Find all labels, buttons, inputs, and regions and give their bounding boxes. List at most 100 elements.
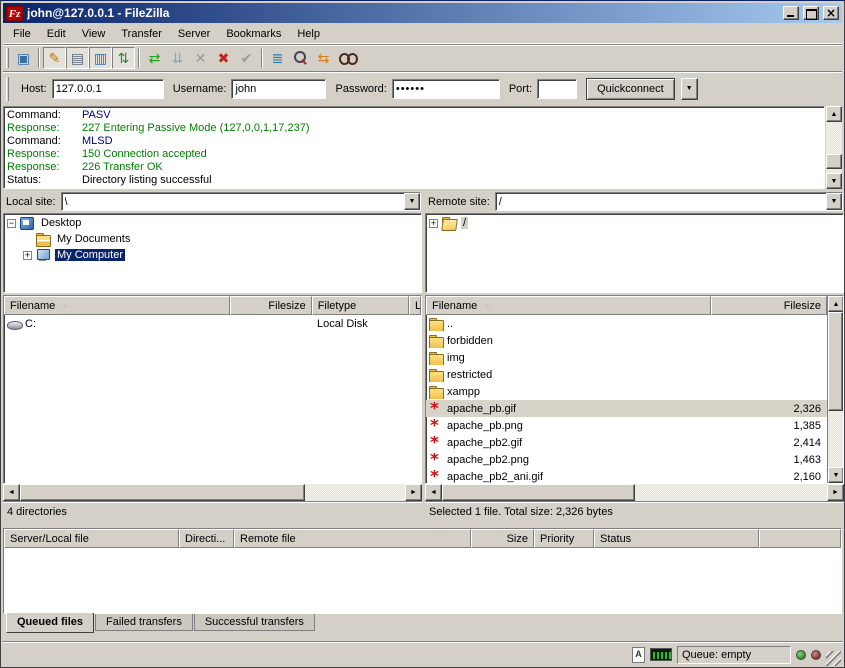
column-header-size[interactable]: Size (471, 529, 534, 548)
menu-help[interactable]: Help (289, 25, 328, 43)
title-bar[interactable]: Fz john@127.0.0.1 - FileZilla (3, 3, 842, 23)
disk-icon (7, 317, 22, 331)
scrollbar-thumb[interactable] (828, 312, 843, 411)
process-queue-button[interactable]: ⇊ (166, 47, 189, 69)
menu-transfer[interactable]: Transfer (113, 25, 170, 43)
scrollbar-thumb[interactable] (20, 484, 305, 501)
combo-dropdown-button[interactable] (826, 193, 842, 210)
folder-icon (429, 368, 444, 382)
local-file-list: Filename▵ Filesize Filetype L C: Local D… (3, 295, 422, 484)
column-header-last-modified[interactable]: L (409, 296, 421, 315)
host-label: Host: (21, 83, 47, 95)
local-site-path-input[interactable] (62, 193, 404, 210)
column-header-filesize[interactable]: Filesize (711, 296, 827, 315)
tree-expander[interactable]: + (23, 251, 32, 260)
host-input[interactable] (52, 79, 164, 99)
close-button[interactable] (823, 6, 839, 20)
tree-item[interactable]: + / (426, 215, 843, 231)
tree-expander[interactable]: + (429, 219, 438, 228)
local-horizontal-scrollbar[interactable] (3, 484, 422, 501)
scroll-right-button[interactable] (827, 484, 844, 501)
find-files-button[interactable] (335, 47, 358, 69)
tab-queued-files[interactable]: Queued files (6, 613, 94, 633)
image-icon (429, 402, 444, 416)
remote-vertical-scrollbar[interactable] (827, 296, 843, 483)
username-input[interactable] (231, 79, 326, 99)
scroll-up-button[interactable] (828, 296, 844, 312)
tree-expander[interactable]: − (7, 219, 16, 228)
file-row[interactable]: img (426, 349, 827, 366)
tree-item[interactable]: My Documents (4, 231, 421, 247)
scrollbar-thumb[interactable] (442, 484, 635, 501)
quickconnect-gripper (6, 77, 9, 101)
filezilla-window: Fz john@127.0.0.1 - FileZilla File Edit … (0, 0, 845, 668)
column-header-remote-file[interactable]: Remote file (234, 529, 471, 548)
column-header-filename[interactable]: Filename▵ (426, 296, 711, 315)
column-header-filename[interactable]: Filename▵ (4, 296, 230, 315)
file-row[interactable]: forbidden (426, 332, 827, 349)
file-row[interactable]: .. (426, 315, 827, 332)
file-row[interactable]: apache_pb.gif 2,326 (426, 400, 827, 417)
column-header-direction[interactable]: Directi... (179, 529, 234, 548)
disconnect-button[interactable]: ✖ (212, 47, 235, 69)
tab-successful-transfers[interactable]: Successful transfers (194, 614, 315, 631)
port-input[interactable] (537, 79, 577, 99)
scrollbar-thumb[interactable] (826, 154, 842, 169)
quickconnect-button[interactable]: Quickconnect (586, 78, 675, 100)
toggle-message-log-button[interactable]: ✎ (43, 47, 66, 69)
minimize-button[interactable] (783, 6, 799, 20)
message-log-scrollbar[interactable] (826, 106, 842, 189)
scroll-up-button[interactable] (826, 106, 842, 122)
menu-file[interactable]: File (5, 25, 39, 43)
refresh-button[interactable]: ⇄ (143, 47, 166, 69)
file-row[interactable]: restricted (426, 366, 827, 383)
remote-site-path-input[interactable] (496, 193, 826, 210)
file-row[interactable]: xampp (426, 383, 827, 400)
scroll-left-button[interactable] (425, 484, 442, 501)
file-row[interactable]: apache_pb2_ani.gif 2,160 (426, 468, 827, 483)
password-label: Password: (335, 83, 386, 95)
menu-bar: File Edit View Transfer Server Bookmarks… (3, 25, 842, 44)
column-header-server-local-file[interactable]: Server/Local file (4, 529, 179, 548)
remote-horizontal-scrollbar[interactable] (425, 484, 844, 501)
toggle-transfer-queue-button[interactable]: ⇅ (112, 47, 135, 69)
menu-view[interactable]: View (74, 25, 114, 43)
combo-dropdown-button[interactable] (404, 193, 420, 210)
local-file-rows: C: Local Disk (4, 315, 421, 483)
file-row[interactable]: apache_pb.png 1,385 (426, 417, 827, 434)
maximize-button[interactable] (803, 6, 819, 20)
file-row[interactable]: apache_pb2.png 1,463 (426, 451, 827, 468)
recv-indicator-led (796, 650, 806, 660)
menu-server[interactable]: Server (170, 25, 218, 43)
column-header-status[interactable]: Status (594, 529, 759, 548)
resize-grip[interactable] (826, 651, 841, 666)
column-header-priority[interactable]: Priority (534, 529, 594, 548)
password-input[interactable] (392, 79, 500, 99)
message-log: Command: PASV Response: 227 Entering Pas… (3, 106, 825, 189)
menu-bookmarks[interactable]: Bookmarks (218, 25, 289, 43)
file-row[interactable]: C: Local Disk (4, 315, 421, 332)
directory-comparison-button[interactable] (289, 47, 312, 69)
column-header-filesize[interactable]: Filesize (230, 296, 311, 315)
toggle-local-treeview-button[interactable]: ▤ (66, 47, 89, 69)
scroll-right-button[interactable] (405, 484, 422, 501)
menu-edit[interactable]: Edit (39, 25, 74, 43)
scroll-down-button[interactable] (828, 467, 844, 483)
synchronized-browsing-button[interactable]: ⇆ (312, 47, 335, 69)
quickconnect-dropdown-button[interactable] (681, 78, 698, 100)
tree-item[interactable]: + My Computer (4, 247, 421, 263)
tree-item[interactable]: − Desktop (4, 215, 421, 231)
column-header-filetype[interactable]: Filetype (312, 296, 409, 315)
remote-site-combo[interactable] (495, 192, 843, 211)
tab-failed-transfers[interactable]: Failed transfers (95, 614, 193, 631)
scroll-down-button[interactable] (826, 173, 842, 189)
file-row[interactable]: apache_pb2.gif 2,414 (426, 434, 827, 451)
directory-listing-filters-button[interactable]: ≣ (266, 47, 289, 69)
remote-file-rows: .. forbidden img (426, 315, 827, 483)
toggle-remote-treeview-button[interactable]: ▥ (89, 47, 112, 69)
log-line: Response: 150 Connection accepted (4, 148, 824, 161)
local-site-combo[interactable] (61, 192, 421, 211)
toolbar: ▣ ✎ ▤ ▥ (3, 44, 842, 71)
scroll-left-button[interactable] (3, 484, 20, 501)
site-manager-button[interactable]: ▣ (12, 47, 35, 69)
